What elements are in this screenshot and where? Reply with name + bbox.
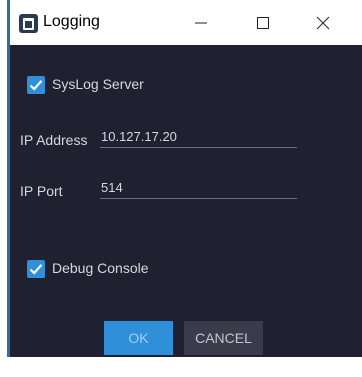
cancel-button[interactable]: CANCEL: [184, 321, 263, 355]
ip-address-label: IP Address: [20, 132, 88, 148]
dialog-content: SysLog Server IP Address IP Port Debug C…: [10, 45, 362, 357]
close-icon[interactable]: [312, 12, 334, 34]
maximize-icon[interactable]: [252, 12, 274, 34]
window-title: Logging: [43, 13, 100, 30]
debug-console-label: Debug Console: [52, 260, 149, 276]
ok-button[interactable]: OK: [104, 321, 173, 355]
logging-app-icon: [19, 14, 38, 33]
syslog-server-checkbox[interactable]: [27, 76, 45, 94]
title-bar[interactable]: Logging: [10, 0, 362, 45]
minimize-icon[interactable]: [190, 12, 212, 34]
ip-port-field[interactable]: [100, 176, 297, 199]
syslog-server-label: SysLog Server: [52, 76, 144, 92]
debug-console-checkbox[interactable]: [27, 260, 45, 278]
ip-port-label: IP Port: [20, 183, 63, 199]
ip-address-field[interactable]: [100, 125, 297, 148]
